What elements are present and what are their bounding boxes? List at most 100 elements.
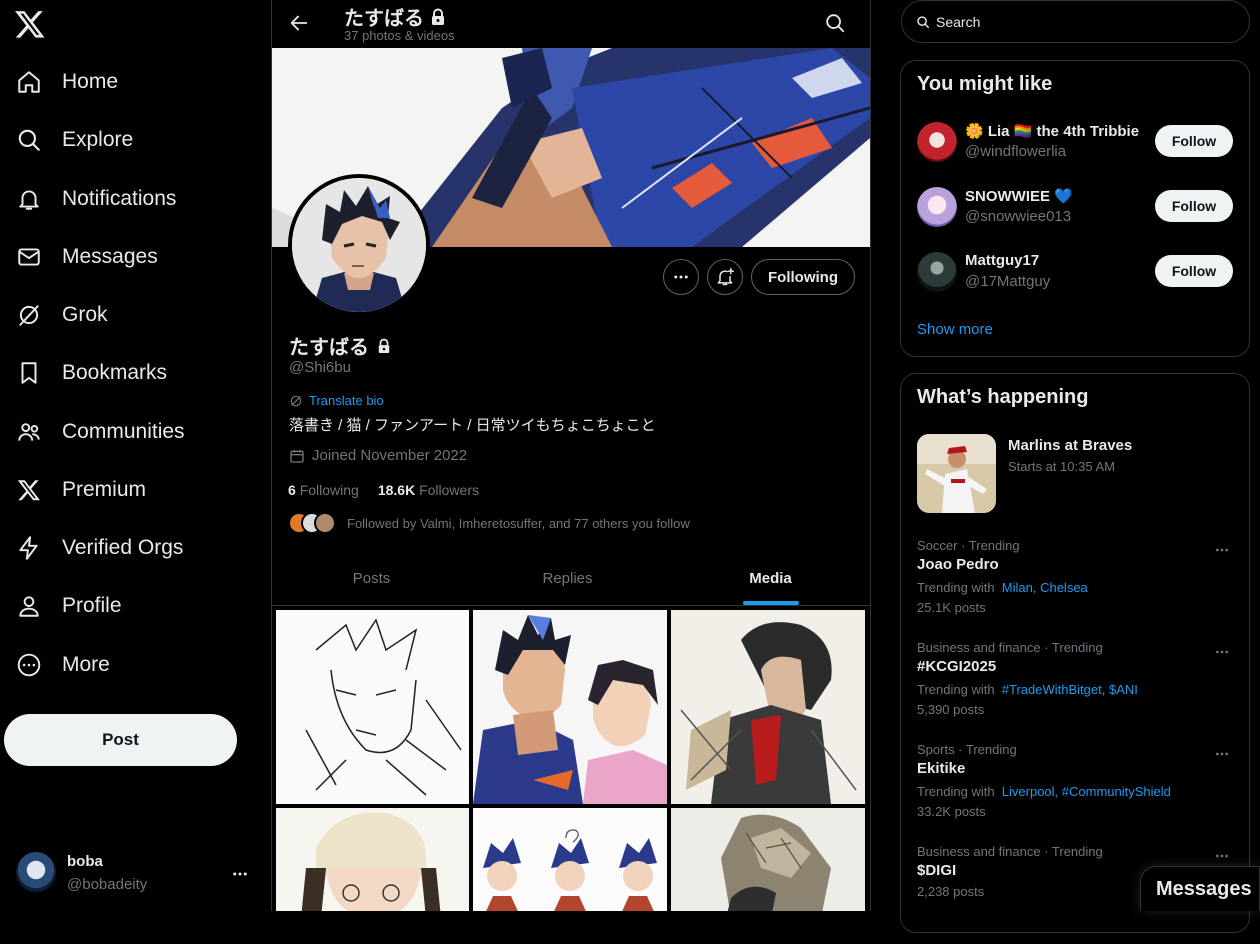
suggested-user-name: SNOWWIEE 💙 — [965, 188, 1073, 205]
panel-title: You might like — [917, 73, 1053, 95]
nav-grok[interactable]: Grok — [0, 289, 108, 341]
nav-communities[interactable]: Communities — [0, 406, 185, 458]
more-horizontal-icon — [672, 268, 690, 286]
profile-avatar[interactable] — [288, 174, 430, 316]
account-name: boba — [67, 853, 103, 870]
translate-bio-label: Translate bio — [309, 393, 384, 408]
x-logo-icon — [16, 477, 42, 503]
suggested-user-handle: @snowwiee013 — [965, 208, 1072, 225]
nav-verified-orgs[interactable]: Verified Orgs — [0, 522, 183, 574]
nav-communities-label: Communities — [62, 420, 185, 443]
media-thumbnail[interactable] — [276, 610, 469, 804]
nav-bookmarks[interactable]: Bookmarks — [0, 347, 167, 399]
media-thumbnail[interactable] — [671, 808, 865, 911]
nav-profile-label: Profile — [62, 594, 122, 617]
nav-notifications-label: Notifications — [62, 187, 177, 210]
nav-home[interactable]: Home — [0, 56, 118, 108]
nav-notifications[interactable]: Notifications — [0, 173, 176, 225]
profile-header-bar: たすばる 37 photos & videos — [272, 0, 870, 48]
suggested-user[interactable]: Mattguy17 @17Mattguy Follow — [901, 252, 1249, 317]
followed-by[interactable]: Followed by Valmi, Imheretosuffer, and 7… — [288, 512, 690, 534]
trend-context: Sports · Trending — [917, 742, 1017, 757]
envelope-icon — [16, 244, 42, 270]
nav-messages-label: Messages — [62, 245, 158, 268]
tab-posts[interactable]: Posts — [272, 552, 471, 605]
notify-button[interactable] — [707, 259, 743, 295]
following-count-link[interactable]: 6 Following — [288, 482, 359, 498]
follow-button[interactable]: Follow — [1155, 255, 1233, 287]
x-logo-icon[interactable] — [14, 8, 46, 40]
tab-replies[interactable]: Replies — [468, 552, 667, 605]
nav-premium[interactable]: Premium — [0, 464, 146, 516]
trend-item[interactable]: Soccer · Trending Joao Pedro Trending wi… — [901, 538, 1249, 638]
more-horizontal-icon[interactable] — [1214, 746, 1230, 762]
nav-explore[interactable]: Explore — [0, 114, 133, 166]
post-button[interactable]: Post — [4, 714, 237, 766]
calendar-icon — [289, 448, 305, 464]
show-more-link[interactable]: Show more — [917, 321, 993, 338]
suggested-user-handle: @windflowerlia — [965, 143, 1067, 160]
trend-post-count: 5,390 posts — [917, 702, 985, 717]
avatar — [917, 122, 957, 162]
media-thumbnail[interactable] — [473, 808, 667, 911]
suggested-user[interactable]: 🌼 Lia 🏳️‍🌈 the 4th Tribbie @windflowerli… — [901, 122, 1249, 187]
search-placeholder: Search — [936, 13, 981, 30]
person-icon — [16, 593, 42, 619]
trend-related-links[interactable]: Milan, Chelsea — [1002, 580, 1088, 595]
trend-item[interactable]: Business and finance · Trending #KCGI202… — [901, 640, 1249, 740]
more-horizontal-icon[interactable] — [1214, 644, 1230, 660]
tab-media[interactable]: Media — [671, 552, 870, 605]
more-horizontal-icon[interactable] — [1214, 542, 1230, 558]
joined-date: Joined November 2022 — [289, 447, 467, 464]
back-arrow-icon[interactable] — [288, 12, 310, 34]
search-icon[interactable] — [824, 12, 846, 34]
nav-profile[interactable]: Profile — [0, 580, 122, 632]
avatar — [16, 852, 56, 892]
follow-button[interactable]: Follow — [1155, 125, 1233, 157]
bell-plus-icon — [715, 267, 735, 287]
nav-premium-label: Premium — [62, 478, 147, 501]
search-icon — [16, 127, 42, 153]
media-thumbnail[interactable] — [276, 808, 469, 911]
nav-more[interactable]: More — [0, 639, 110, 691]
messages-drawer[interactable]: Messages — [1140, 866, 1260, 911]
active-tab-indicator — [743, 601, 799, 605]
followers-count-link[interactable]: 18.6K Followers — [378, 482, 479, 498]
media-thumbnail[interactable] — [671, 610, 865, 804]
trend-related: Trending with #TradeWithBitget, $ANI — [917, 682, 1138, 697]
trend-context: Business and finance · Trending — [917, 640, 1103, 655]
account-handle: @bobadeity — [67, 876, 148, 893]
lightning-icon — [16, 535, 42, 561]
trend-item[interactable]: Sports · Trending Ekitike Trending with … — [901, 742, 1249, 842]
event-time: Starts at 10:35 AM — [1008, 459, 1115, 474]
profile-avatar-image — [292, 178, 426, 312]
lock-icon — [430, 8, 446, 26]
following-label: Following — [299, 482, 359, 498]
event-title: Marlins at Braves — [1008, 437, 1133, 454]
more-horizontal-icon[interactable] — [1214, 848, 1230, 864]
media-count: 37 photos & videos — [344, 28, 455, 43]
trend-related-links[interactable]: Liverpool, #CommunityShield — [1002, 784, 1171, 799]
followers-count: 18.6K — [377, 482, 416, 498]
media-thumbnail[interactable] — [473, 610, 667, 804]
suggested-user-name: Mattguy17 — [965, 252, 1040, 269]
people-icon — [16, 419, 42, 445]
trend-related-prefix: Trending with — [917, 682, 995, 697]
follow-button[interactable]: Follow — [1155, 190, 1233, 222]
following-button[interactable]: Following — [751, 259, 855, 295]
panel-title: What’s happening — [917, 386, 1089, 408]
more-horizontal-icon[interactable] — [231, 865, 249, 883]
right-sidebar: Search You might like 🌼 Lia 🏳️‍🌈 the 4th… — [871, 0, 1260, 933]
trend-related-links[interactable]: #TradeWithBitget, $ANI — [1002, 682, 1138, 697]
trend-post-count: 25.1K posts — [917, 600, 986, 615]
profile-handle: @Shi6bu — [289, 359, 351, 376]
event-card[interactable]: Marlins at Braves Starts at 10:35 AM — [901, 434, 1249, 514]
account-switcher[interactable]: boba @bobadeity — [0, 844, 271, 902]
search-icon — [916, 15, 930, 29]
more-options-button[interactable] — [663, 259, 699, 295]
translate-bio-link[interactable]: Translate bio — [289, 393, 384, 408]
search-input[interactable]: Search — [901, 0, 1250, 43]
followers-label: Followers — [419, 482, 479, 498]
nav-messages[interactable]: Messages — [0, 231, 158, 283]
suggested-user[interactable]: SNOWWIEE 💙 @snowwiee013 Follow — [901, 187, 1249, 252]
